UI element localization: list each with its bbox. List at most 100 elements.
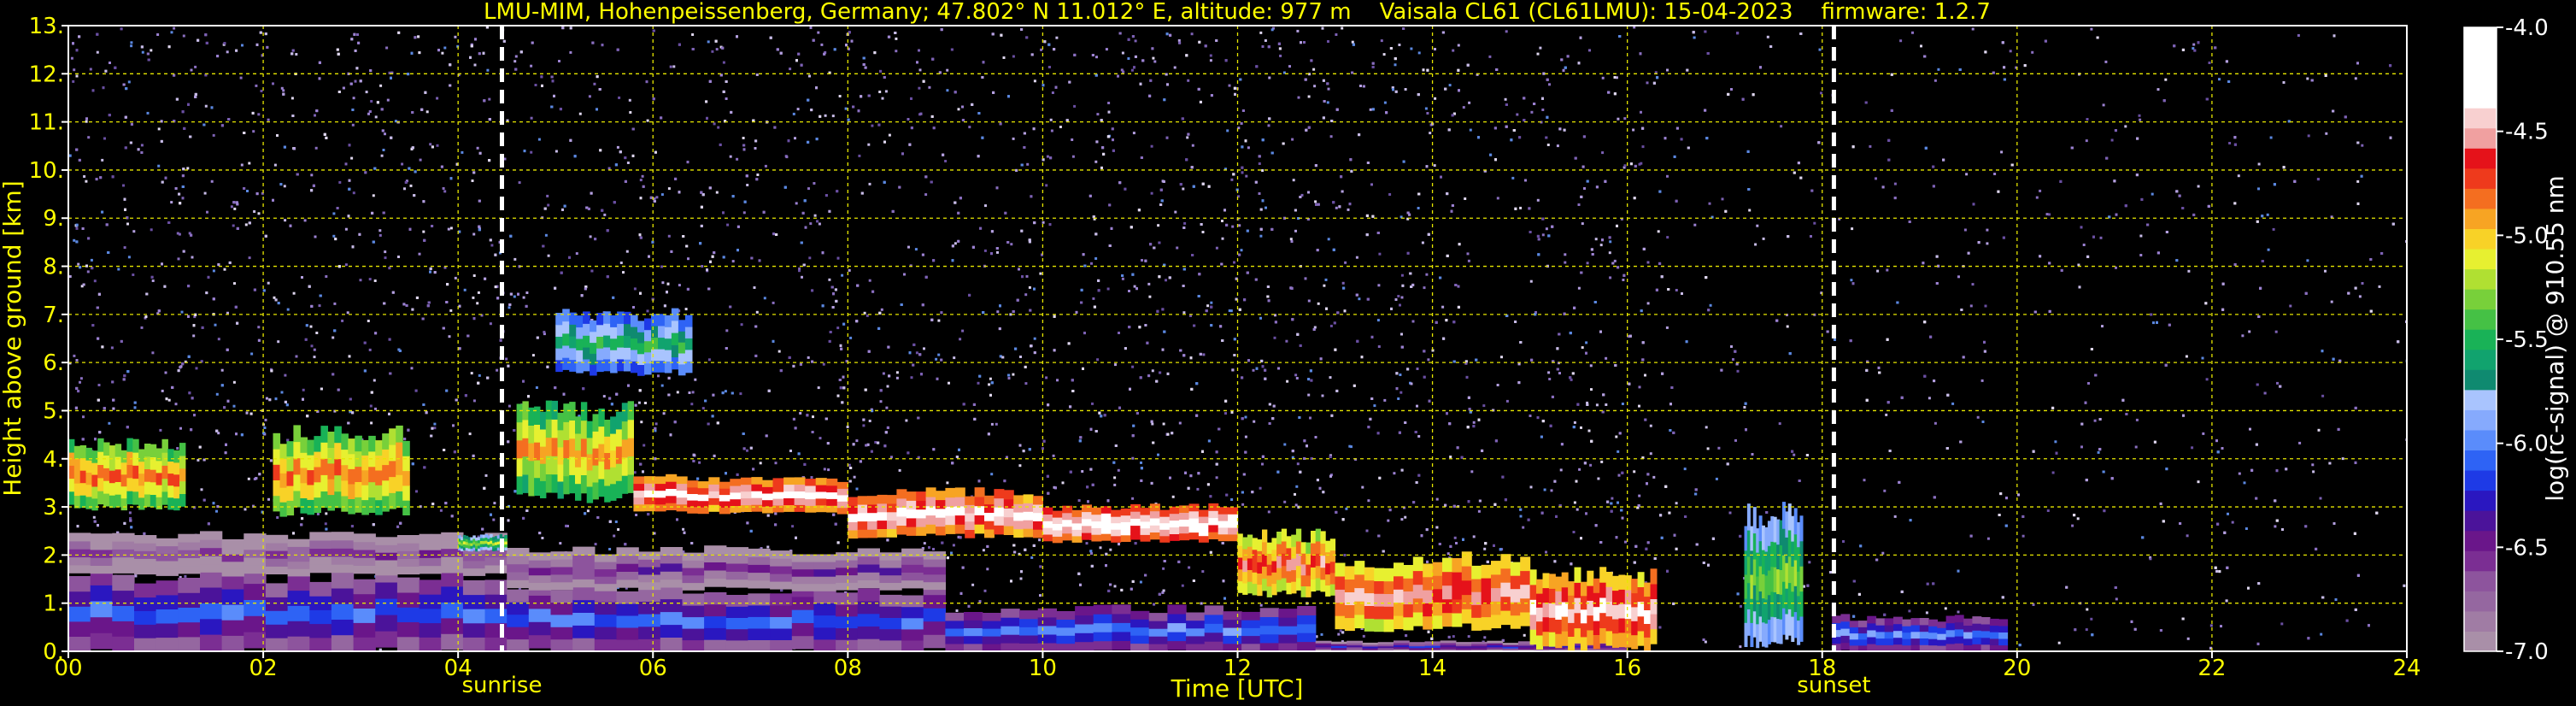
noise-speck <box>713 122 716 126</box>
noise-speck <box>946 68 949 72</box>
noise-speck <box>534 84 537 86</box>
noise-speck <box>799 412 802 415</box>
noise-speck <box>77 262 80 266</box>
noise-speck <box>759 462 762 465</box>
noise-speck <box>1883 489 1887 492</box>
noise-speck <box>1605 403 1608 406</box>
noise-speck <box>1240 249 1243 252</box>
noise-speck <box>792 112 795 115</box>
noise-speck <box>247 477 250 480</box>
noise-speck <box>1449 456 1452 458</box>
noise-speck <box>1416 368 1419 370</box>
noise-speck <box>1033 79 1036 83</box>
noise-speck <box>212 269 215 273</box>
noise-speck <box>907 245 910 249</box>
noise-speck <box>1586 262 1589 265</box>
noise-speck <box>1244 435 1247 438</box>
noise-speck <box>1153 603 1156 606</box>
noise-speck <box>1400 274 1404 277</box>
noise-speck <box>660 384 664 387</box>
noise-speck <box>2243 481 2246 485</box>
noise-speck <box>890 456 893 459</box>
noise-speck <box>2266 213 2269 216</box>
noise-speck <box>586 509 590 513</box>
noise-speck <box>846 426 849 428</box>
noise-speck <box>70 56 73 60</box>
noise-speck <box>1095 56 1098 59</box>
noise-speck <box>1590 388 1593 391</box>
noise-speck <box>989 377 992 380</box>
noise-speck <box>87 136 91 139</box>
noise-speck <box>2361 144 2364 147</box>
noise-speck <box>1152 56 1155 60</box>
noise-speck <box>1265 206 1267 209</box>
noise-speck <box>436 97 439 100</box>
noise-speck <box>1294 229 1297 232</box>
noise-speck <box>817 31 820 34</box>
noise-speck <box>777 350 781 353</box>
noise-speck <box>1259 316 1262 320</box>
noise-speck <box>470 372 473 375</box>
noise-speck <box>2311 463 2315 467</box>
noise-speck <box>543 331 546 334</box>
noise-speck <box>233 282 236 285</box>
noise-speck <box>1808 561 1811 564</box>
noise-speck <box>282 89 285 92</box>
noise-speck <box>1693 223 1697 227</box>
noise-speck <box>1523 633 1526 637</box>
noise-speck <box>2076 517 2080 521</box>
noise-speck <box>2031 50 2034 54</box>
noise-speck <box>2356 179 2360 183</box>
noise-speck <box>868 279 871 282</box>
noise-speck <box>1541 109 1545 111</box>
noise-speck <box>1335 206 1338 209</box>
noise-speck <box>1283 500 1287 503</box>
noise-speck <box>1578 468 1581 471</box>
noise-speck <box>726 223 730 227</box>
noise-speck <box>990 422 994 426</box>
noise-speck <box>1617 450 1620 453</box>
noise-speck <box>1174 210 1177 214</box>
noise-speck <box>370 421 373 425</box>
noise-speck <box>1292 179 1295 182</box>
noise-speck <box>1467 635 1470 638</box>
noise-speck <box>996 250 999 254</box>
noise-speck <box>325 512 328 515</box>
noise-speck <box>1505 399 1509 403</box>
noise-speck <box>1530 110 1534 114</box>
noise-speck <box>132 274 135 276</box>
noise-speck <box>1296 29 1300 32</box>
noise-speck <box>1026 162 1030 166</box>
noise-speck <box>1762 237 1765 240</box>
noise-speck <box>1132 132 1135 135</box>
noise-speck <box>1427 358 1430 362</box>
ceilometer-plot: LMU-MIM, Hohenpeissenberg, Germany; 47.8… <box>0 0 2576 706</box>
noise-speck <box>844 107 848 110</box>
noise-speck <box>1313 85 1317 88</box>
noise-speck <box>848 268 851 272</box>
noise-speck <box>1417 435 1421 438</box>
noise-speck <box>740 323 743 327</box>
noise-speck <box>1118 332 1120 334</box>
noise-speck <box>971 583 975 586</box>
noise-speck <box>1623 117 1627 121</box>
noise-speck <box>214 323 217 327</box>
noise-speck <box>1933 421 1937 425</box>
noise-speck <box>1221 237 1224 240</box>
noise-speck <box>1980 379 1984 382</box>
noise-speck <box>241 44 244 47</box>
noise-speck <box>303 219 307 222</box>
noise-speck <box>746 184 749 186</box>
noise-speck <box>267 497 270 501</box>
noise-speck <box>594 543 597 546</box>
noise-speck <box>1426 112 1429 115</box>
noise-speck <box>1273 336 1276 339</box>
noise-speck <box>823 468 826 471</box>
noise-speck <box>742 137 745 139</box>
noise-speck <box>954 242 957 245</box>
noise-speck <box>359 279 362 282</box>
noise-speck <box>1394 63 1397 67</box>
noise-speck <box>619 262 623 264</box>
noise-speck <box>472 296 475 299</box>
noise-speck <box>1130 68 1134 72</box>
